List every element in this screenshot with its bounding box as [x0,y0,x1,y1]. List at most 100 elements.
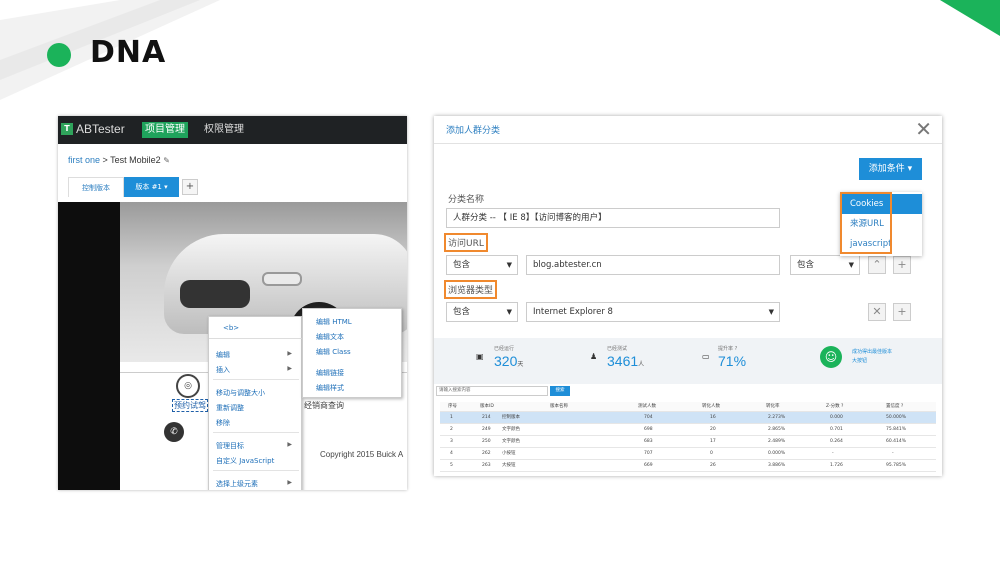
table-cell: 3.886% [768,463,786,468]
selected-link-test-drive[interactable]: 预约试驾 [172,399,208,412]
search-button[interactable]: 搜索 [550,386,570,396]
table-cell: 1 [450,415,453,420]
add-version-button[interactable]: + [182,179,198,195]
browser-value: Internet Explorer 8 [533,307,613,317]
url-operator-select-2[interactable]: 包含 ▼ [790,255,860,275]
table-cell: 2.489% [768,439,786,444]
table-header-row: 序号 版本ID 版本名称 测试人数 转化人数 转化率 Z-分数 ? 置信度 ? [440,402,936,412]
table-row[interactable]: 1 214 控制版本 704 16 2.273% 0.000 50.000% [440,412,936,424]
copyright-text: Copyright 2015 Buick A [320,450,404,459]
table-row[interactable]: 3 250 文字颜色 683 17 2.489% 0.264 60.414% [440,436,936,448]
table-cell: 16 [710,415,716,420]
car-headlamp-shape [262,272,302,286]
submenu-edit-style[interactable]: 编辑样式 [316,383,344,393]
condition-option-javascript[interactable]: javascript [840,234,922,254]
url-operator-value: 包含 [453,260,471,270]
audience-segment-dialog-screenshot: 添加人群分类 ✕ 添加条件 ▾ 分类名称 人群分类 -- 【 IE 8】【访问博… [434,116,942,476]
url-operator-2-value: 包含 [797,260,815,270]
visit-url-label: 访问URL [444,233,488,252]
context-item-edit[interactable]: 编辑 ▶ [216,350,298,360]
wechat-icon[interactable]: ✆ [164,422,184,442]
stat-users-unit: 人 [638,362,645,368]
table-row[interactable]: 5 263 大按钮 669 26 3.886% 1.726 95.785% [440,460,936,472]
breadcrumb-link[interactable]: first one [68,155,100,165]
add-icon[interactable]: + [893,303,911,321]
remove-icon[interactable]: ✕ [868,303,886,321]
table-cell: 214 [482,415,491,420]
close-icon[interactable]: ✕ [915,118,932,140]
table-cell: 698 [644,427,653,432]
abtester-editor-screenshot: T ABTester 项目管理 权限管理 first one > Test Mo… [58,116,407,490]
browser-operator-select[interactable]: 包含 ▼ [446,302,518,322]
context-item-move-resize[interactable]: 移动与调整大小 [216,388,265,398]
context-item-label: 编辑 [216,351,230,359]
element-context-menu: <b> 编辑 ▶ 插入 ▶ 移动与调整大小 重新调整 移除 管理目标 ▶ 自定义 Ja… [208,316,303,490]
submenu-edit-class[interactable]: 编辑 Class [316,347,351,357]
tab-control-version[interactable]: 控制版本 [68,177,124,197]
table-cell: 250 [482,439,491,444]
condition-option-referrer-url[interactable]: 来源URL [840,214,922,234]
url-value-input[interactable]: blog.abtester.cn [526,255,780,275]
table-cell: 5 [450,463,453,468]
table-cell: 669 [644,463,653,468]
context-item-remove[interactable]: 移除 [216,418,230,428]
stat-caption-users: 已经测试 [607,346,628,352]
table-cell: 262 [482,451,491,456]
context-item-custom-js[interactable]: 自定义 JavaScript [216,456,274,466]
table-row[interactable]: 2 249 文字颜色 698 20 2.865% 0.701 75.841% [440,424,936,436]
table-cell: 2 [450,427,453,432]
context-menu-divider [213,470,299,471]
search-input[interactable]: 请输入搜索内容 [436,386,548,396]
submenu-edit-text[interactable]: 编辑文本 [316,332,344,342]
table-header-cell: Z-分数 ? [826,404,844,409]
table-header-cell: 转化率 [766,404,780,409]
dealer-search-link[interactable]: 经销商查询 [304,400,344,411]
chat-icon: ▭ [702,352,710,361]
chevron-right-icon: ▶ [287,441,292,448]
context-item-label: 选择上级元素 [216,480,258,488]
context-item-insert[interactable]: 插入 ▶ [216,365,298,375]
results-table: 序号 版本ID 版本名称 测试人数 转化人数 转化率 Z-分数 ? 置信度 ? … [440,402,936,472]
dialog-title-divider [434,143,942,144]
smiley-icon: ☺ [820,346,842,368]
table-cell: 1.726 [830,463,843,468]
add-icon[interactable]: + [893,256,911,274]
caret-down-icon: ▼ [768,308,774,316]
table-row[interactable]: 4 262 小按钮 707 0 0.000% - - [440,448,936,460]
stat-lift-rate: 71% [718,353,747,369]
stat-caption-days: 已经运行 [494,346,515,352]
table-cell: 20 [710,427,716,432]
table-cell: 60.414% [886,439,907,444]
breadcrumb: first one > Test Mobile2 ✎ 控制版本 版本 #1 ▾ … [58,144,407,202]
submenu-edit-link[interactable]: 编辑链接 [316,368,344,378]
nav-project-management[interactable]: 项目管理 [142,122,188,138]
condition-option-cookies[interactable]: Cookies [840,194,922,214]
context-item-label: 管理目标 [216,442,244,450]
url-operator-select[interactable]: 包含 ▼ [446,255,518,275]
table-cell: 26 [710,463,716,468]
context-item-label: 插入 [216,366,230,374]
car-grille-shape [180,280,250,308]
context-item-select-parent[interactable]: 选择上级元素 ▶ [216,479,298,489]
submenu-edit-html[interactable]: 编辑 HTML [316,317,352,327]
table-cell: 文字颜色 [502,427,520,432]
context-item-rearrange[interactable]: 重新调整 [216,403,244,413]
segment-name-input[interactable]: 人群分类 -- 【 IE 8】【访问博客的用户】 [446,208,780,228]
winner-version: 大按钮 [852,358,868,364]
page-preview-margin [58,202,120,490]
calendar-icon: ▣ [476,352,484,361]
logo-icon: T [61,123,73,135]
context-menu-divider [213,379,299,380]
move-up-icon[interactable]: ⌃ [868,256,886,274]
table-cell: 50.000% [886,415,907,420]
context-item-manage-goals[interactable]: 管理目标 ▶ [216,441,298,451]
browser-value-select[interactable]: Internet Explorer 8 ▼ [526,302,780,322]
stat-users-value: 3461 [607,353,639,369]
pencil-icon[interactable]: ✎ [163,156,170,165]
table-cell: 0.000% [768,451,786,456]
add-condition-button[interactable]: 添加条件 ▾ [859,158,922,180]
tab-version-1[interactable]: 版本 #1 ▾ [124,177,179,197]
app-logo: ABTester [76,122,125,136]
nav-permission-management[interactable]: 权限管理 [204,122,244,138]
table-header-cell: 版本名称 [550,404,568,409]
